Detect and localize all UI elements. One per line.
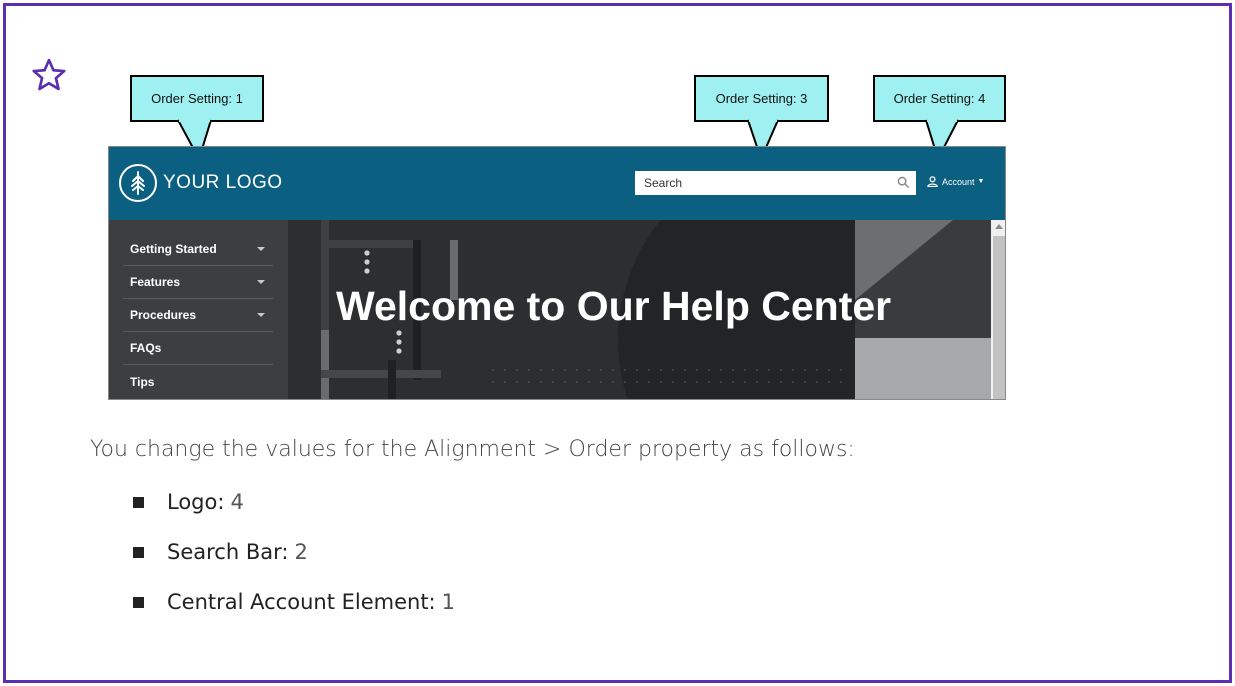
logo-text: YOUR LOGO (163, 172, 283, 193)
item-label: Logo: (167, 490, 225, 514)
search-icon[interactable] (897, 176, 910, 189)
chevron-down-icon (257, 280, 265, 284)
item-value: 1 (441, 590, 455, 614)
person-icon (927, 176, 938, 187)
sidebar-item-procedures[interactable]: Procedures (123, 299, 273, 332)
logo[interactable]: YOUR LOGO (119, 164, 283, 202)
item-label: Search Bar: (167, 540, 289, 564)
search-placeholder: Search (644, 176, 683, 190)
hero-banner: Welcome to Our Help Center (288, 220, 991, 399)
bullet-icon (133, 546, 144, 558)
scrollbar[interactable] (991, 220, 1005, 399)
list-item: Logo: 4 (133, 490, 244, 514)
star-icon (32, 58, 66, 91)
list-item: Search Bar: 2 (133, 540, 308, 564)
chevron-down-icon (257, 313, 265, 317)
hero-title: Welcome to Our Help Center (336, 283, 892, 329)
account-menu[interactable]: Account ▼ (927, 176, 984, 187)
item-value: 2 (294, 540, 308, 564)
bullet-icon (133, 496, 144, 508)
chevron-down-icon (257, 247, 265, 251)
sidebar-item-faqs[interactable]: FAQs (123, 332, 273, 365)
sidebar-menu: Getting Started Features Procedures FAQs… (109, 220, 288, 399)
item-value: 4 (230, 490, 244, 514)
scroll-thumb[interactable] (993, 236, 1005, 399)
callout-order-1: Order Setting: 1 (130, 75, 264, 122)
search-input[interactable]: Search (635, 171, 916, 195)
item-label: Central Account Element: (167, 590, 436, 614)
help-center-screenshot: YOUR LOGO Search Account ▼ Getting Start… (108, 146, 1006, 400)
scroll-up-arrow-icon[interactable] (995, 224, 1003, 229)
callout-order-4: Order Setting: 4 (873, 75, 1006, 122)
sidebar-item-features[interactable]: Features (123, 266, 273, 299)
chevron-down-icon: ▼ (977, 178, 985, 185)
sidebar-item-tips[interactable]: Tips (123, 365, 273, 398)
callout-order-3: Order Setting: 3 (694, 75, 829, 122)
sidebar-item-getting-started[interactable]: Getting Started (123, 233, 273, 266)
list-item: Central Account Element: 1 (133, 590, 455, 614)
header-bar: YOUR LOGO Search Account ▼ (109, 147, 1005, 220)
instruction-paragraph: You change the values for the Alignment … (90, 437, 855, 462)
logo-tree-icon (119, 164, 157, 202)
account-label: Account (942, 176, 975, 187)
bullet-icon (133, 596, 144, 608)
